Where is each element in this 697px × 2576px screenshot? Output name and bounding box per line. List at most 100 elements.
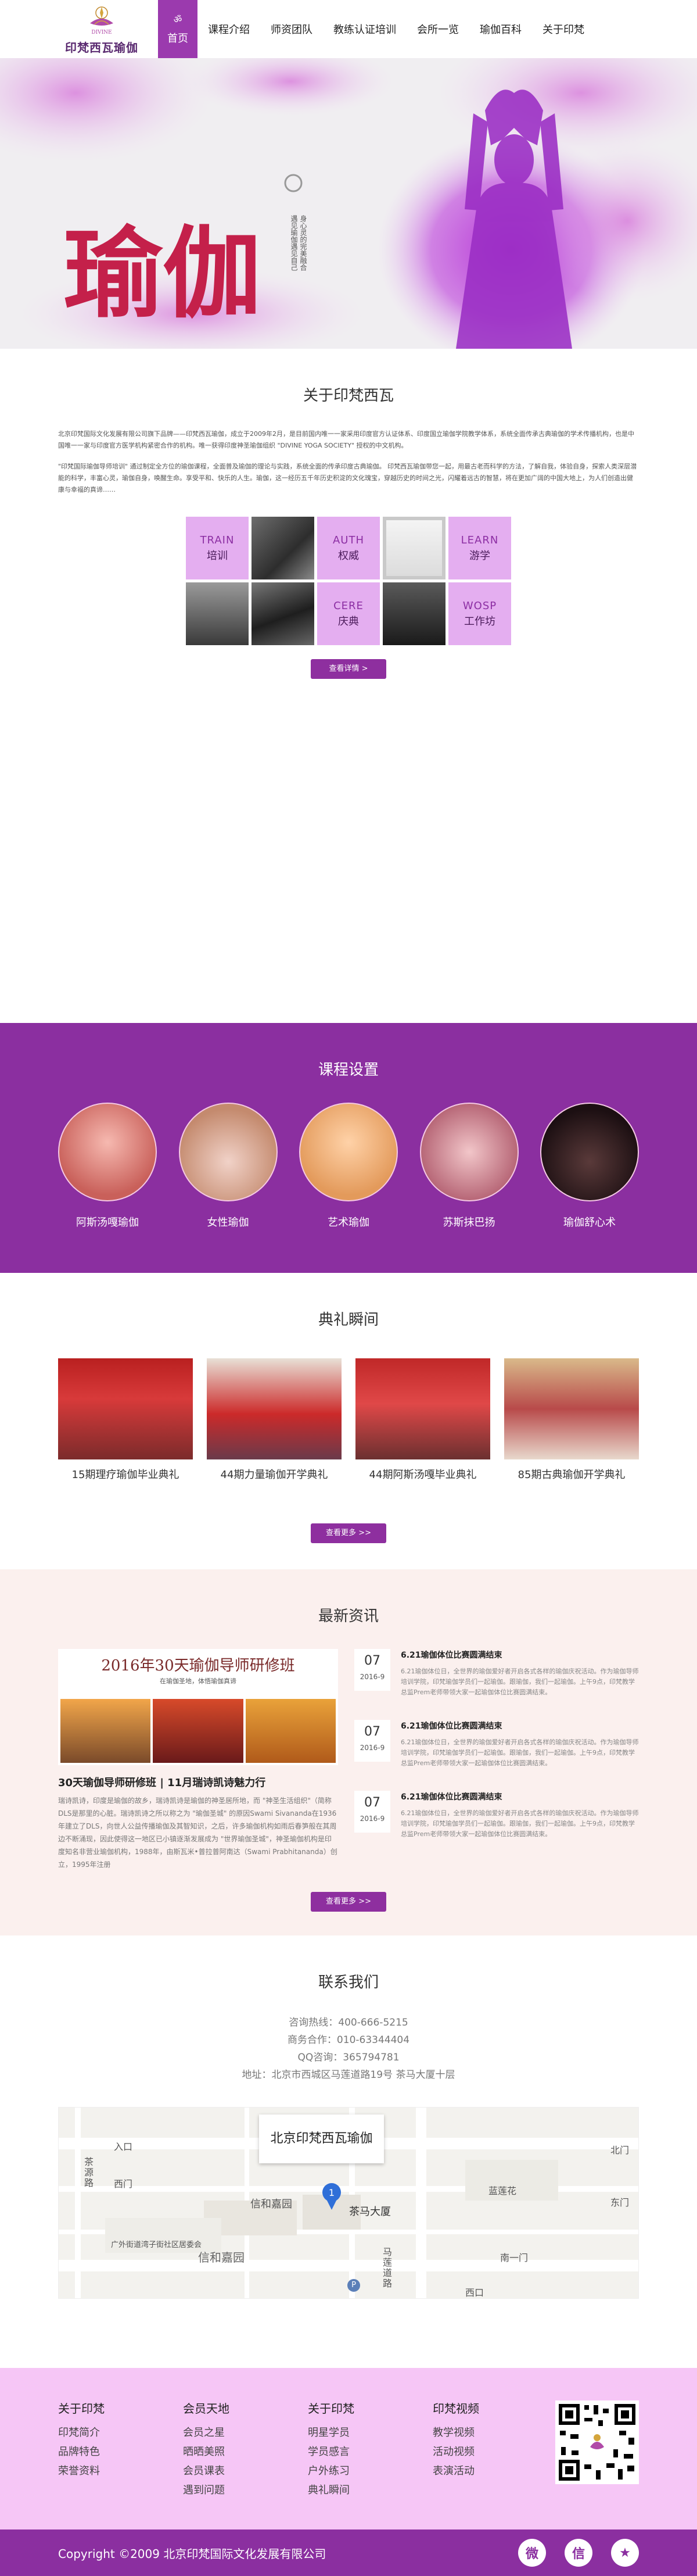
lotus-logo-icon: DIVINE <box>90 6 113 35</box>
contact-qq[interactable]: QQ咨询：365794781 <box>0 2049 697 2066</box>
tile-auth[interactable]: AUTH 权威 <box>317 517 380 579</box>
nav-about[interactable]: 关于印梵 <box>532 0 595 58</box>
footer-link[interactable]: 遇到问题 <box>183 2481 308 2500</box>
news-item[interactable]: 07 2016-9 6.21瑜伽体位比赛圆满结束 6.21瑜伽体位日，全世界的瑜… <box>354 1720 639 1791</box>
ceremony-photo <box>207 1358 342 1459</box>
tile-workshop[interactable]: WOSP 工作坊 <box>448 582 511 645</box>
tile-photo-ceremony[interactable] <box>383 582 445 645</box>
svg-text:1: 1 <box>329 2187 335 2198</box>
news-more-button[interactable]: 查看更多 >> <box>311 1892 386 1912</box>
news-item-desc: 6.21瑜伽体位日，全世界的瑜伽爱好者开启各式各样的瑜伽庆祝活动。作为瑜伽导师培… <box>401 1809 639 1838</box>
news-item[interactable]: 07 2016-9 6.21瑜伽体位比赛圆满结束 6.21瑜伽体位日，全世界的瑜… <box>354 1649 639 1720</box>
course-item[interactable]: 阿斯汤嘎瑜伽 <box>58 1103 157 1229</box>
contact-address: 地址：北京市西城区马莲道路19号 茶马大厦十层 <box>242 2069 455 2081</box>
nav-certification[interactable]: 教练认证培训 <box>323 0 407 58</box>
nav-clubs[interactable]: 会所一览 <box>407 0 469 58</box>
nav-courses[interactable]: 课程介绍 <box>197 0 260 58</box>
footer-link[interactable]: 晒晒美照 <box>183 2442 308 2461</box>
news-body: 2016年30天瑜伽导师研修班 在瑜伽圣地，体悟瑜伽真谛 30天瑜伽导师研修班 … <box>58 1649 639 1871</box>
ceremony-card[interactable]: 44期阿斯汤嘎毕业典礼 <box>355 1358 490 1482</box>
footer-column: 会员天地 会员之星 晒晒美照 会员课表 遇到问题 <box>183 2399 308 2500</box>
footer-link[interactable]: 典礼瞬间 <box>308 2481 433 2500</box>
logo-text: 印梵西瓦瑜伽 <box>65 41 138 55</box>
about-paragraph: "印梵国际瑜伽导师培训" 通过制定全方位的瑜伽课程，全面普及瑜伽的理论与实践，系… <box>58 463 637 493</box>
svg-text:遇见瑜伽遇见自己: 遇见瑜伽遇见自己 <box>290 215 298 271</box>
svg-text:DIVINE: DIVINE <box>91 30 112 35</box>
featured-news-title: 30天瑜伽导师研修班 | 11月瑞诗凯诗魅力行 <box>58 1777 266 1789</box>
news-item-title: 6.21瑜伽体位比赛圆满结束 <box>401 1651 502 1660</box>
nav-encyclopedia[interactable]: 瑜伽百科 <box>469 0 532 58</box>
footer-column: 关于印梵 明星学员 学员感言 户外练习 典礼瞬间 <box>308 2399 433 2500</box>
ceremony-photo <box>58 1358 193 1459</box>
footer-link[interactable]: 荣誉资料 <box>58 2461 183 2481</box>
parking-icon: P <box>347 2279 360 2292</box>
news-item[interactable]: 07 2016-9 6.21瑜伽体位比赛圆满结束 6.21瑜伽体位日，全世界的瑜… <box>354 1791 639 1862</box>
featured-news-desc: 瑞诗凯诗，印度是瑜伽的故乡，瑞诗凯诗是瑜伽的神圣居所地，而 "神圣生活组织"（简… <box>58 1797 337 1869</box>
course-image <box>178 1103 278 1201</box>
hero-artwork: 瑜伽 身心灵的完美融合 遇见瑜伽遇见自己 <box>0 58 697 349</box>
footer-link[interactable]: 教学视频 <box>433 2423 558 2442</box>
contact-phone[interactable]: 咨询热线：400-666-5215 <box>0 2014 697 2031</box>
footer-column: 关于印梵 印梵简介 品牌特色 荣誉资料 <box>58 2399 183 2500</box>
course-image <box>299 1103 398 1201</box>
ceremony-list: 15期理疗瑜伽毕业典礼 44期力量瑜伽开学典礼 44期阿斯汤嘎毕业典礼 85期古… <box>58 1358 639 1482</box>
about-text: 北京印梵国际文化发展有限公司旗下品牌——印梵西瓦瑜伽，成立于2009年2月，是目… <box>58 428 639 496</box>
featured-news-image: 2016年30天瑜伽导师研修班 在瑜伽圣地，体悟瑜伽真谛 <box>58 1649 338 1765</box>
ceremony-photo <box>504 1358 639 1459</box>
course-image <box>419 1103 519 1201</box>
tile-photo-class[interactable] <box>252 517 314 579</box>
course-item[interactable]: 艺术瑜伽 <box>299 1103 398 1229</box>
tile-photo-certificate[interactable] <box>383 517 445 579</box>
about-more-button[interactable]: 查看详情 > <box>311 659 386 679</box>
ceremony-section: 典礼瞬间 15期理疗瑜伽毕业典礼 44期力量瑜伽开学典礼 44期阿斯汤嘎毕业典礼… <box>0 1273 697 1569</box>
footer-link[interactable]: 印梵简介 <box>58 2423 183 2442</box>
footer-link[interactable]: 学员感言 <box>308 2442 433 2461</box>
tile-learn[interactable]: LEARN 游学 <box>448 517 511 579</box>
nav-teachers[interactable]: 师资团队 <box>260 0 323 58</box>
ceremony-card[interactable]: 44期力量瑜伽开学典礼 <box>207 1358 342 1482</box>
tile-photo-group[interactable] <box>186 582 249 645</box>
social-links: 微 信 ★ <box>518 2539 639 2567</box>
contact-section: 联系我们 咨询热线：400-666-5215 商务合作：010-63344404… <box>0 1935 697 2368</box>
news-list: 07 2016-9 6.21瑜伽体位比赛圆满结束 6.21瑜伽体位日，全世界的瑜… <box>354 1649 639 1871</box>
footer-link[interactable]: 会员课表 <box>183 2461 308 2481</box>
course-item[interactable]: 苏斯抹巴扬 <box>419 1103 519 1229</box>
course-item[interactable]: 瑜伽舒心术 <box>540 1103 639 1229</box>
svg-text:身心灵的完美融合: 身心灵的完美融合 <box>299 214 307 271</box>
news-item-desc: 6.21瑜伽体位日，全世界的瑜伽爱好者开启各式各样的瑜伽庆祝活动。作为瑜伽导师培… <box>401 1668 639 1696</box>
ceremony-card[interactable]: 85期古典瑜伽开学典礼 <box>504 1358 639 1482</box>
logo[interactable]: DIVINE 印梵西瓦瑜伽 <box>58 0 145 58</box>
news-date: 07 2016-9 <box>354 1649 390 1691</box>
ceremony-more-button[interactable]: 查看更多 >> <box>311 1523 386 1543</box>
star-icon[interactable]: ★ <box>611 2539 639 2567</box>
news-date: 07 2016-9 <box>354 1720 390 1762</box>
course-list: 阿斯汤嘎瑜伽 女性瑜伽 艺术瑜伽 苏斯抹巴扬 瑜伽舒心术 <box>58 1103 639 1229</box>
location-map[interactable]: 1 北京印梵西瓦瑜伽 入口 茶源路 西门 信和嘉园 茶马大厦 蓝莲花 北门 东门… <box>58 2107 639 2299</box>
footer-link[interactable]: 明星学员 <box>308 2423 433 2442</box>
course-item[interactable]: 女性瑜伽 <box>178 1103 278 1229</box>
nav-home[interactable]: ॐ 首页 <box>158 0 197 58</box>
contact-info: 咨询热线：400-666-5215 商务合作：010-63344404 QQ咨询… <box>0 2014 697 2084</box>
wechat-icon[interactable]: 信 <box>565 2539 592 2567</box>
news-section: 最新资讯 2016年30天瑜伽导师研修班 在瑜伽圣地，体悟瑜伽真谛 30天瑜伽导… <box>0 1569 697 1935</box>
ceremony-card[interactable]: 15期理疗瑜伽毕业典礼 <box>58 1358 193 1482</box>
footer-link[interactable]: 品牌特色 <box>58 2442 183 2461</box>
contact-title: 联系我们 <box>318 1974 379 1991</box>
footer-link[interactable]: 会员之星 <box>183 2423 308 2442</box>
featured-news[interactable]: 2016年30天瑜伽导师研修班 在瑜伽圣地，体悟瑜伽真谛 30天瑜伽导师研修班 … <box>58 1649 338 1871</box>
news-item-desc: 6.21瑜伽体位日，全世界的瑜伽爱好者开启各式各样的瑜伽庆祝活动。作为瑜伽导师培… <box>401 1738 639 1767</box>
weibo-icon[interactable]: 微 <box>518 2539 546 2567</box>
contact-business[interactable]: 商务合作：010-63344404 <box>0 2031 697 2049</box>
footer-link[interactable]: 活动视频 <box>433 2442 558 2461</box>
map-location-label: 北京印梵西瓦瑜伽 <box>259 2115 384 2163</box>
footer-link[interactable]: 表演活动 <box>433 2461 558 2481</box>
about-tile-grid: TRAIN 培训 AUTH 权威 LEARN 游学 CERE 庆典 WOSP 工… <box>186 517 511 645</box>
footer-link[interactable]: 户外练习 <box>308 2461 433 2481</box>
course-image <box>58 1103 157 1201</box>
site-header: DIVINE 印梵西瓦瑜伽 ॐ 首页 课程介绍 师资团队 教练认证培训 会所一览… <box>0 0 697 58</box>
tile-cere[interactable]: CERE 庆典 <box>317 582 380 645</box>
tile-train[interactable]: TRAIN 培训 <box>186 517 249 579</box>
tile-photo-temple[interactable] <box>252 582 314 645</box>
ceremony-title: 典礼瞬间 <box>318 1311 379 1329</box>
course-image <box>540 1103 639 1201</box>
